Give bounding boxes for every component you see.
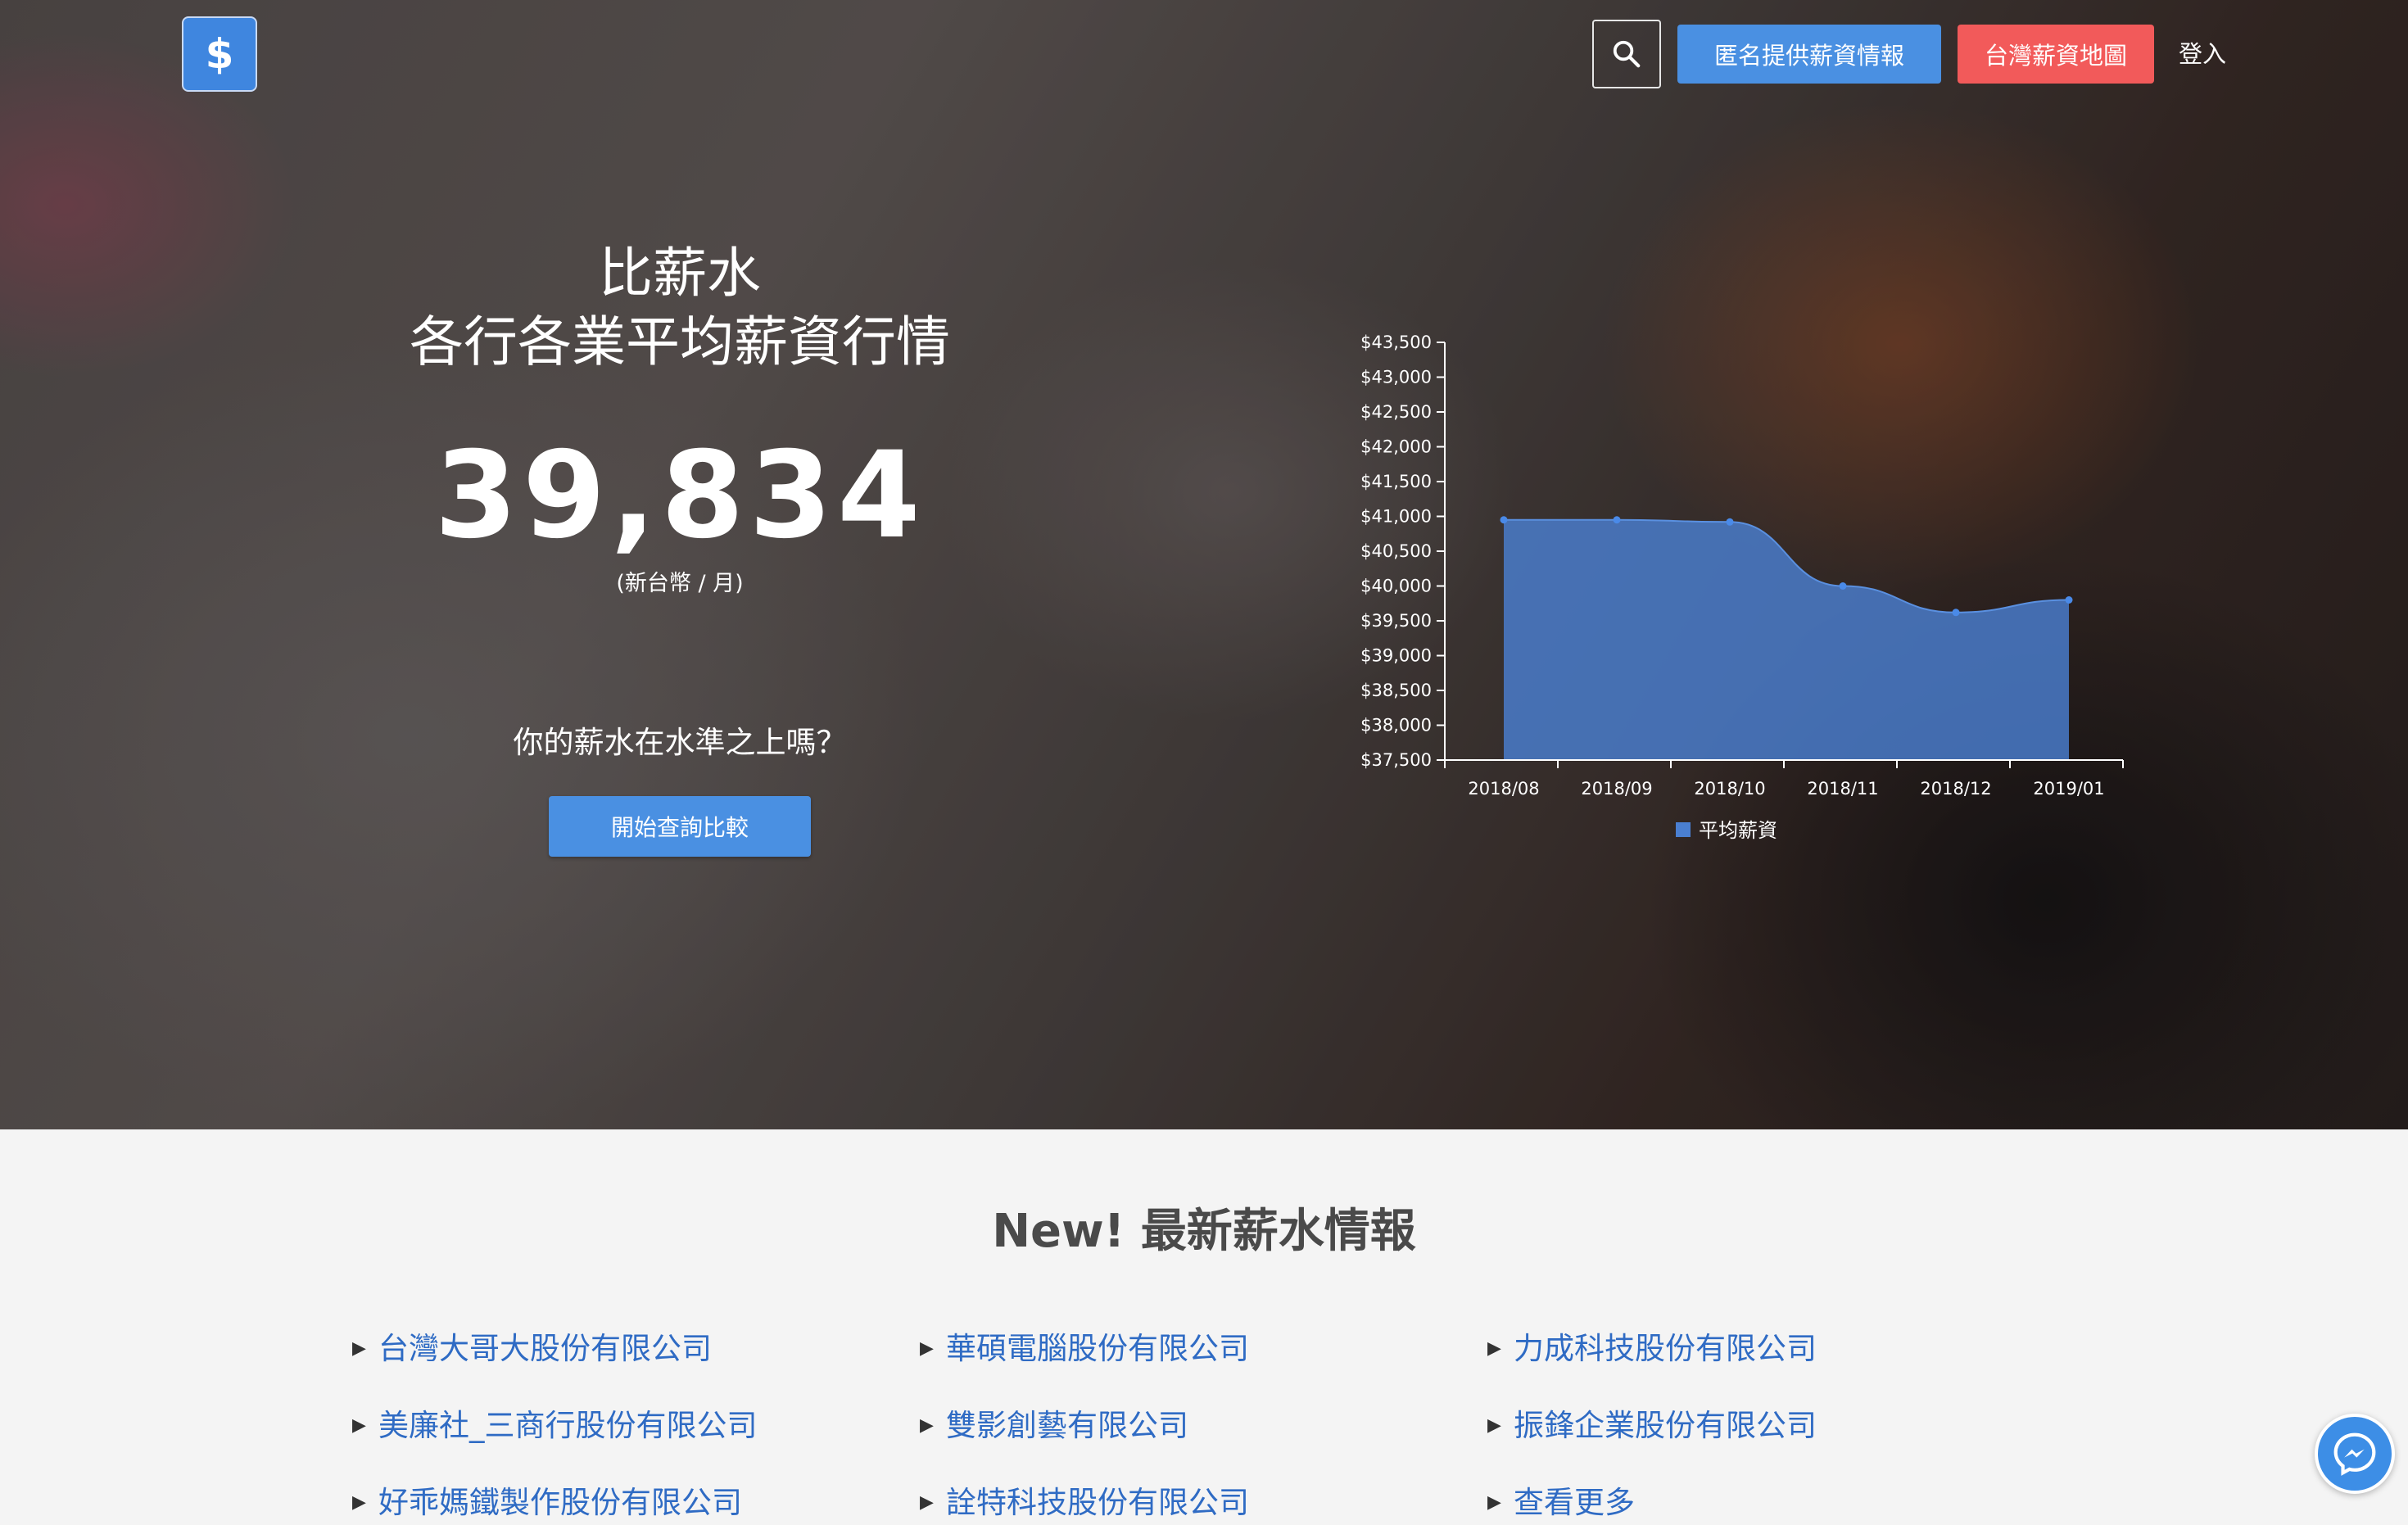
- legend-swatch: [1676, 822, 1691, 837]
- company-list: ▶ 台灣大哥大股份有限公司 ▶ 華碩電腦股份有限公司 ▶ 力成科技股份有限公司 ▶ 美廉…: [352, 1327, 2072, 1525]
- salary-trend-chart: $43,500 $43,000 $42,500 $42,000 $41,500 $41,0…: [1343, 319, 2146, 860]
- caret-right-icon: ▶: [352, 1415, 366, 1436]
- y-tick-label: $43,500: [1360, 333, 1432, 352]
- company-name: 力成科技股份有限公司: [1514, 1331, 1817, 1366]
- salary-map-button[interactable]: 台灣薪資地圖: [1958, 25, 2154, 84]
- company-name: 華碩電腦股份有限公司: [946, 1331, 1249, 1366]
- company-link[interactable]: ▶ 好乖媽鐵製作股份有限公司: [352, 1481, 920, 1525]
- y-tick-label: $38,500: [1360, 681, 1432, 700]
- caret-right-icon: ▶: [1487, 1338, 1501, 1359]
- average-salary-value: 39,834: [434, 426, 926, 565]
- x-tick-label: 2018/10: [1694, 779, 1765, 799]
- logo-symbol: $: [205, 30, 234, 78]
- hero-title-line1: 比薪水: [599, 242, 761, 305]
- y-tick-label: $38,000: [1360, 716, 1432, 735]
- messenger-chat-button[interactable]: [2315, 1414, 2395, 1494]
- data-point: [1613, 516, 1621, 524]
- y-tick-label: $40,500: [1360, 541, 1432, 561]
- data-point: [1839, 582, 1847, 590]
- company-name: 美廉社_三商行股份有限公司: [378, 1408, 758, 1443]
- hero-section: $ 匿名提供薪資情報 台灣薪資地圖 登入 比薪水 各行各業平均薪資行情 39,8…: [0, 0, 2408, 1129]
- y-tick-label: $43,000: [1360, 368, 1432, 387]
- data-point: [2065, 596, 2073, 604]
- y-tick-label: $42,500: [1360, 402, 1432, 422]
- y-tick-label: $41,000: [1360, 507, 1432, 527]
- caret-right-icon: ▶: [352, 1338, 366, 1359]
- caret-right-icon: ▶: [1487, 1415, 1501, 1436]
- caret-right-icon: ▶: [1487, 1492, 1501, 1513]
- x-tick-label: 2018/08: [1468, 779, 1539, 799]
- company-name: 雙影創藝有限公司: [946, 1408, 1188, 1443]
- company-name: 台灣大哥大股份有限公司: [378, 1331, 712, 1366]
- company-link[interactable]: ▶ 力成科技股份有限公司: [1487, 1327, 2055, 1371]
- anonymous-submit-button[interactable]: 匿名提供薪資情報: [1677, 25, 1941, 84]
- company-name: 好乖媽鐵製作股份有限公司: [378, 1485, 742, 1520]
- hero-question: 你的薪水在水準之上嗎？: [513, 725, 847, 760]
- x-tick-label: 2018/09: [1581, 779, 1652, 799]
- company-link[interactable]: ▶ 振鋒企業股份有限公司: [1487, 1404, 2055, 1448]
- caret-right-icon: ▶: [920, 1415, 934, 1436]
- caret-right-icon: ▶: [920, 1338, 934, 1359]
- x-tick-label: 2018/12: [1920, 779, 1991, 799]
- x-tick-label: 2019/01: [2033, 779, 2104, 799]
- company-link[interactable]: ▶ 美廉社_三商行股份有限公司: [352, 1404, 920, 1448]
- y-tick-label: $37,500: [1360, 750, 1432, 770]
- legend-label: 平均薪資: [1699, 819, 1777, 842]
- hero-title: 比薪水 各行各業平均薪資行情: [270, 239, 1089, 377]
- y-tick-label: $41,500: [1360, 472, 1432, 491]
- login-link[interactable]: 登入: [2179, 33, 2233, 72]
- caret-right-icon: ▶: [352, 1492, 366, 1513]
- x-tick-label: 2018/11: [1807, 779, 1878, 799]
- hero-title-line2: 各行各業平均薪資行情: [410, 310, 950, 373]
- search-icon: [1613, 40, 1641, 68]
- see-more-link[interactable]: ▶ 查看更多: [1487, 1481, 2055, 1525]
- company-link[interactable]: ▶ 台灣大哥大股份有限公司: [352, 1327, 920, 1371]
- caret-right-icon: ▶: [920, 1492, 934, 1513]
- latest-section-title: New! 最新薪水情報: [992, 1205, 1416, 1258]
- company-link[interactable]: ▶ 雙影創藝有限公司: [920, 1404, 1487, 1448]
- data-point: [1726, 518, 1734, 526]
- y-tick-label: $39,000: [1360, 646, 1432, 666]
- start-compare-button[interactable]: 開始查詢比較: [549, 796, 811, 857]
- see-more-label: 查看更多: [1514, 1485, 1635, 1520]
- data-point: [1952, 609, 1960, 617]
- search-button[interactable]: [1592, 20, 1661, 88]
- data-point: [1500, 516, 1508, 524]
- y-tick-label: $40,000: [1360, 577, 1432, 596]
- company-name: 詮特科技股份有限公司: [946, 1485, 1249, 1520]
- company-link[interactable]: ▶ 詮特科技股份有限公司: [920, 1481, 1487, 1525]
- messenger-icon: [2333, 1432, 2376, 1476]
- y-tick-label: $39,500: [1360, 611, 1432, 631]
- company-name: 振鋒企業股份有限公司: [1514, 1408, 1817, 1443]
- y-tick-label: $42,000: [1360, 437, 1432, 457]
- company-link[interactable]: ▶ 華碩電腦股份有限公司: [920, 1327, 1487, 1371]
- salary-unit: (新台幣 / 月): [616, 571, 744, 596]
- salary-trend-svg: $43,500 $43,000 $42,500 $42,000 $41,500 $41,0…: [1360, 333, 2124, 842]
- logo-dollar-icon[interactable]: $: [182, 16, 257, 92]
- series-area: [1504, 519, 2069, 760]
